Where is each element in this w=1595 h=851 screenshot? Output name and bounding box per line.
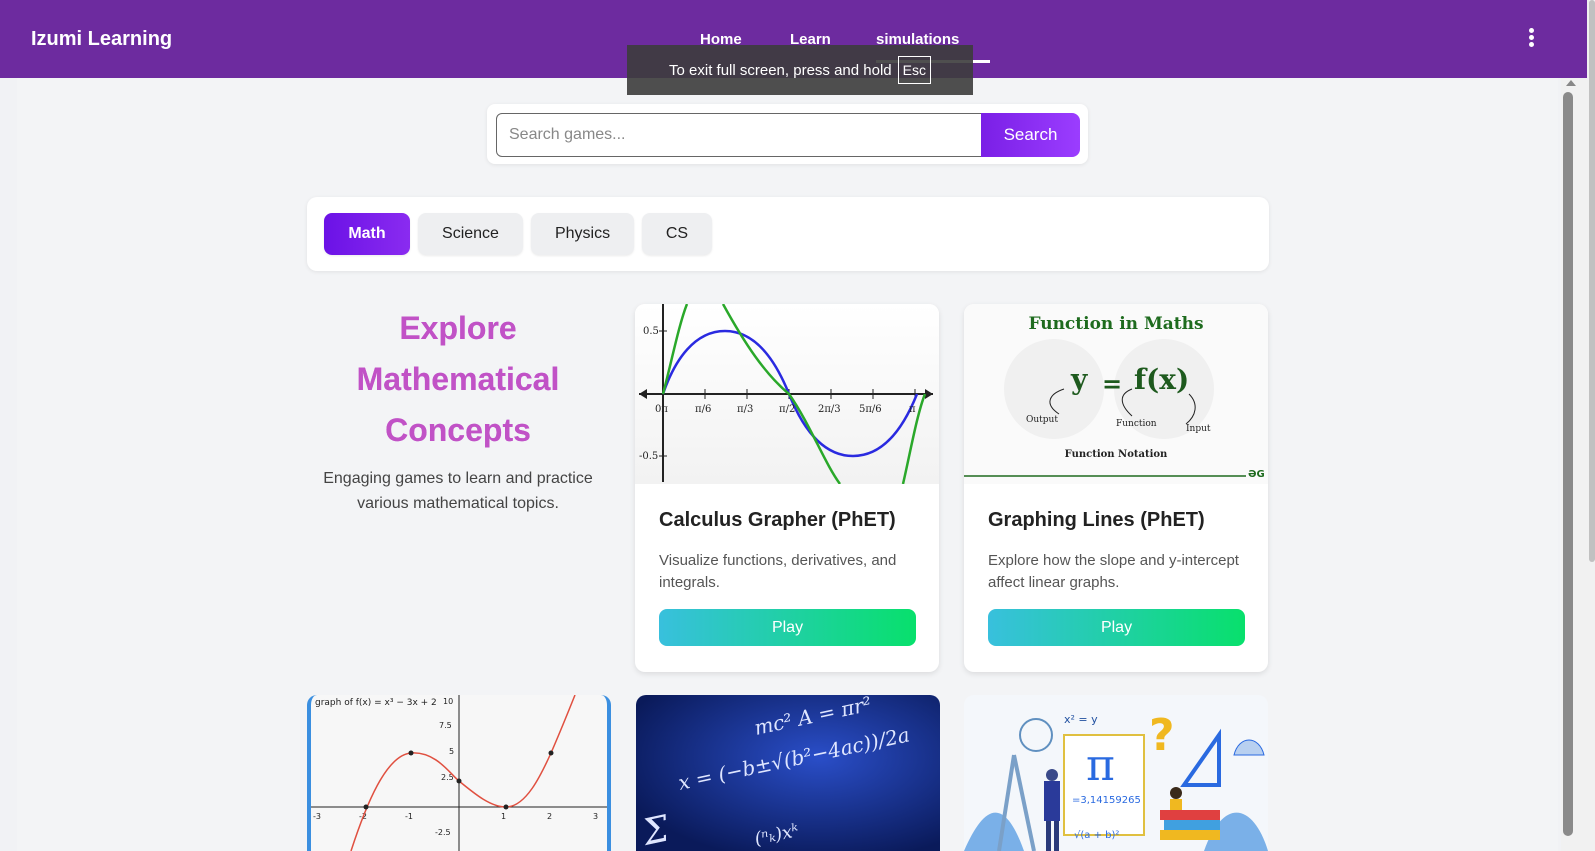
axis-tick: 10	[443, 697, 453, 706]
game-card: Function in Maths y = f(x) Output Functi…	[964, 304, 1268, 672]
svg-text:(ⁿₖ)xᵏ: (ⁿₖ)xᵏ	[753, 820, 801, 850]
pi-value: =3,14159265	[1072, 795, 1141, 806]
card-title: Calculus Grapher (PhET)	[659, 509, 896, 531]
brand-logo[interactable]: Izumi Learning	[31, 28, 172, 51]
play-button[interactable]: Play	[988, 609, 1245, 646]
function-notation-image: Function in Maths y = f(x) Output Functi…	[964, 304, 1268, 484]
search-input[interactable]	[496, 113, 983, 157]
page-scrollbar-thumb[interactable]	[1589, 0, 1595, 562]
formula-image: mc² A = πr² x = (−b±√(b²−4ac))/2a Σ (ⁿₖ)…	[637, 695, 912, 851]
more-menu-icon[interactable]	[1527, 28, 1535, 50]
hero-title-line: Concepts	[385, 412, 531, 448]
axis-tick: -2.5	[435, 828, 451, 837]
axis-label: 0.5	[643, 326, 659, 337]
formula-y: y	[1070, 363, 1088, 396]
hero-title: Explore Mathematical Concepts	[327, 303, 589, 456]
axis-tick: 5	[449, 747, 454, 756]
esc-key-badge: Esc	[897, 56, 931, 84]
axis-tick: -3	[313, 812, 321, 821]
svg-text:Σ: Σ	[637, 808, 673, 851]
calculus-graph-image: 0.5 -0.5 0π π/6 π/3 π/2 2π/3 5π/6 π	[635, 304, 939, 484]
card-description: Explore how the slope and y-intercept af…	[988, 552, 1239, 591]
axis-tick: π/3	[737, 404, 753, 415]
hero-title-line: Mathematical	[356, 361, 560, 397]
scroll-up-arrow-icon[interactable]	[1566, 80, 1576, 86]
tab-physics[interactable]: Physics	[531, 213, 634, 255]
illustration-text: x² = y	[1064, 713, 1098, 726]
tab-cs[interactable]: CS	[642, 213, 712, 255]
cubic-graph-image: graph of f(x) = x³ − 3x + 2 10 7.5 5 2.5…	[311, 695, 607, 851]
axis-tick: 1	[501, 812, 506, 821]
formula-card[interactable]: mc² A = πr² x = (−b±√(b²−4ac))/2a Σ (ⁿₖ)…	[636, 695, 940, 851]
formula-text: x = (−b±√(b²−4ac))/2a	[676, 722, 912, 795]
fullscreen-exit-toast: To exit full screen, press and hold Esc	[627, 45, 973, 95]
image-heading: Function in Maths	[1028, 314, 1203, 334]
axis-tick: 3	[593, 812, 598, 821]
formula-equals: =	[1102, 369, 1122, 398]
axis-label: -0.5	[639, 451, 658, 462]
toast-text: To exit full screen, press and hold	[669, 61, 892, 79]
sqrt-text: √(a + b)²	[1074, 830, 1119, 841]
tab-science[interactable]: Science	[418, 213, 523, 255]
axis-tick: π	[909, 404, 916, 415]
scrollbar-thumb[interactable]	[1563, 92, 1573, 836]
game-card: 0.5 -0.5 0π π/6 π/3 π/2 2π/3 5π/6 π Calc…	[635, 304, 939, 672]
svg-text:?: ?	[1149, 710, 1175, 761]
label-notation: Function Notation	[1065, 449, 1168, 460]
graph-caption: graph of f(x) = x³ − 3x + 2	[315, 698, 437, 708]
card-title: Graphing Lines (PhET)	[988, 509, 1205, 531]
cubic-graph-card[interactable]: graph of f(x) = x³ − 3x + 2 10 7.5 5 2.5…	[307, 695, 611, 851]
axis-tick: π/6	[695, 404, 711, 415]
axis-tick: π/2	[779, 404, 795, 415]
pi-illustration-card[interactable]: x² = y π =3,14159265 √(a + b)² ?	[964, 695, 1268, 851]
svg-text:ƏG: ƏG	[1248, 469, 1265, 480]
axis-tick: 5π/6	[859, 404, 882, 415]
axis-tick: -1	[405, 812, 413, 821]
card-description: Visualize functions, derivatives, and in…	[659, 552, 897, 591]
axis-tick: 7.5	[439, 721, 452, 730]
label-input: Input	[1186, 424, 1211, 434]
axis-tick: 0π	[655, 404, 668, 415]
label-output: Output	[1026, 415, 1058, 425]
tab-math[interactable]: Math	[324, 213, 410, 255]
pi-illustration-image: x² = y π =3,14159265 √(a + b)² ?	[964, 710, 1268, 851]
axis-tick: 2	[547, 812, 552, 821]
axis-tick: 2π/3	[818, 404, 841, 415]
search-button[interactable]: Search	[981, 113, 1080, 157]
formula-fx: f(x)	[1134, 363, 1189, 396]
play-button[interactable]: Play	[659, 609, 916, 646]
label-function: Function	[1116, 419, 1157, 429]
pi-symbol: π	[1086, 740, 1115, 791]
hero-title-line: Explore	[399, 310, 517, 346]
hero-subtitle: Engaging games to learn and practice var…	[323, 470, 593, 512]
